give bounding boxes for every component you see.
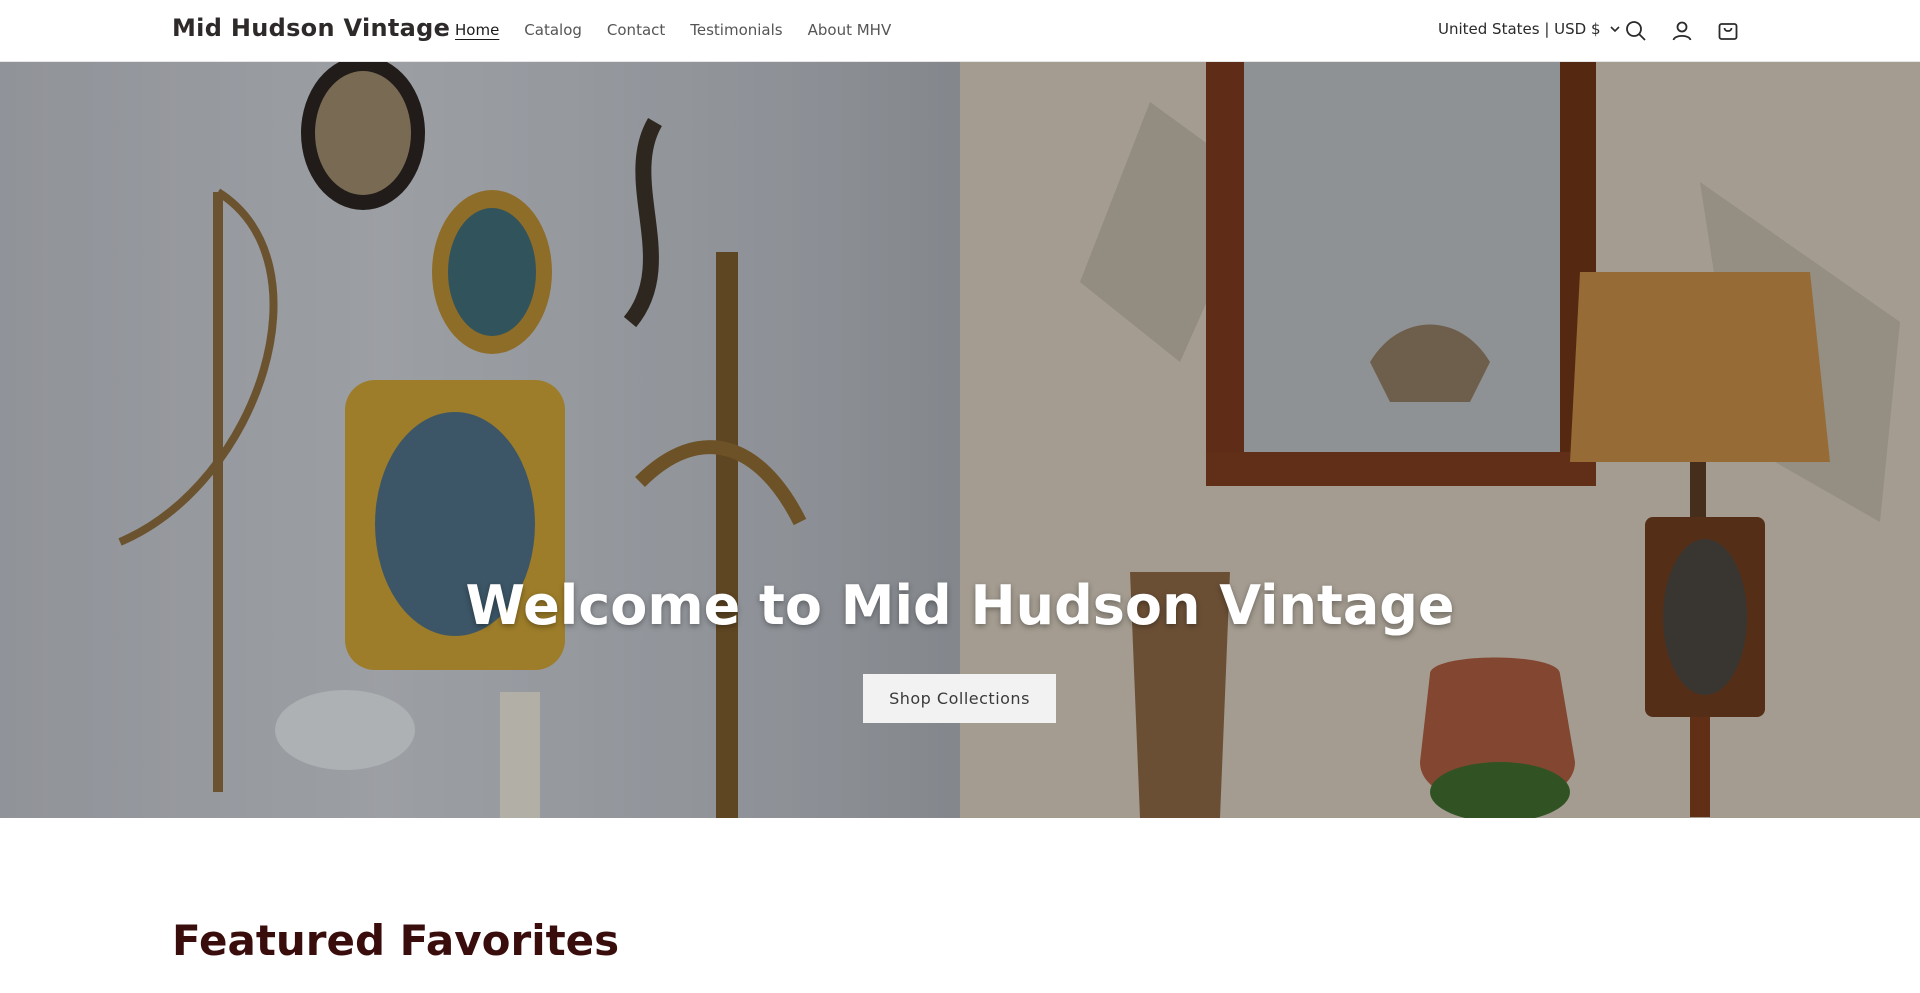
hero-title: Welcome to Mid Hudson Vintage (465, 574, 1455, 637)
nav-item-contact[interactable]: Contact (607, 21, 665, 39)
search-icon (1626, 21, 1646, 41)
hero-banner: Welcome to Mid Hudson Vintage Shop Colle… (0, 62, 1920, 818)
nav-item-testimonials[interactable]: Testimonials (690, 21, 782, 39)
site-logo[interactable]: Mid Hudson Vintage (172, 14, 450, 42)
nav-item-home[interactable]: Home (455, 21, 499, 39)
locale-selector[interactable]: United States | USD $ (1438, 20, 1621, 38)
account-icon (1672, 21, 1692, 41)
chevron-down-icon (1609, 26, 1620, 33)
featured-section-title: Featured Favorites (172, 916, 620, 965)
nav-item-catalog[interactable]: Catalog (524, 21, 582, 39)
locale-label: United States | USD $ (1438, 20, 1601, 38)
site-header: Mid Hudson Vintage Home Catalog Contact … (0, 0, 1920, 62)
account-button[interactable] (1667, 16, 1697, 46)
shop-collections-button[interactable]: Shop Collections (863, 674, 1056, 723)
cart-button[interactable] (1713, 16, 1743, 46)
main-nav: Home Catalog Contact Testimonials About … (455, 21, 916, 39)
nav-item-about[interactable]: About MHV (808, 21, 892, 39)
cart-icon (1718, 23, 1738, 40)
search-button[interactable] (1621, 16, 1651, 46)
